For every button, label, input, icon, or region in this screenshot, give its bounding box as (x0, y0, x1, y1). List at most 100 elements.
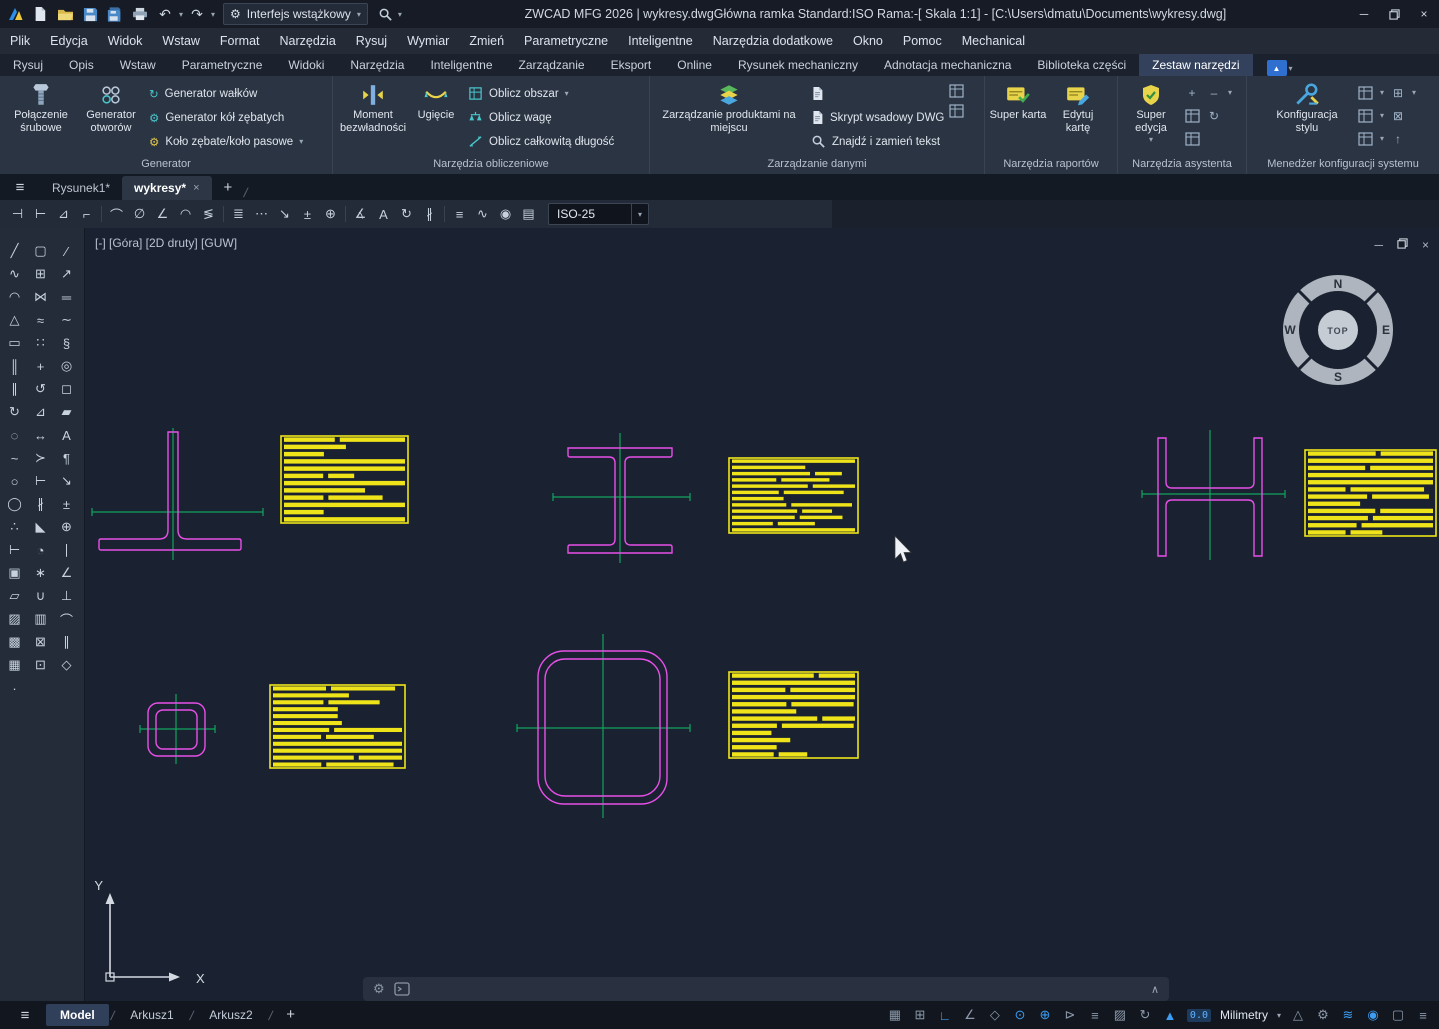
dimension-style-button[interactable]: ▤ (517, 203, 540, 225)
menu-inteligentne[interactable]: Inteligentne (618, 28, 703, 54)
menu-rysuj[interactable]: Rysuj (346, 28, 397, 54)
hole-generator-button[interactable]: Generator otworów (80, 79, 142, 153)
annotation-scale[interactable]: ▲ (1162, 1006, 1178, 1024)
ribbon-tab-zarządzanie[interactable]: Zarządzanie (506, 54, 598, 76)
tool-move[interactable]: + (28, 355, 53, 377)
tool-ellipse[interactable]: ◯ (2, 493, 27, 515)
bolt-connection-button[interactable]: Połączenie śrubowe (4, 79, 78, 153)
tool-region[interactable]: ▣ (2, 562, 27, 584)
redo-icon[interactable]: ↷ (186, 3, 208, 25)
menu-mechanical[interactable]: Mechanical (952, 28, 1035, 54)
tool-rectangle[interactable]: ▭ (2, 332, 27, 354)
config-grid-1-button[interactable]: ⊞ (1390, 85, 1406, 101)
add-item-button[interactable]: + (1184, 85, 1200, 101)
workspace-switch[interactable]: ⚙ (1315, 1006, 1331, 1024)
tool-array[interactable]: ∷ (28, 332, 53, 354)
tool-revision-cloud[interactable]: ◌ (2, 424, 27, 446)
batch-script-button[interactable]: Skrypt wsadowy DWG (806, 106, 944, 129)
tool-measure[interactable]: ⊢ (2, 539, 27, 561)
tool-line[interactable]: ╱ (2, 240, 27, 262)
zwcad-logo-icon[interactable] (4, 3, 26, 25)
transparency[interactable]: ▨ (1112, 1006, 1128, 1024)
tool-extend[interactable]: ⊢ (28, 470, 53, 492)
super-card-button[interactable]: Super karta (989, 79, 1047, 153)
config-table-3-button[interactable] (1358, 131, 1374, 147)
tab-model[interactable]: Model (46, 1004, 109, 1026)
config-table-2-button[interactable] (1358, 108, 1374, 124)
new-layout-button[interactable]: + (274, 1003, 307, 1027)
tool-polygon[interactable]: △ (2, 309, 27, 331)
product-management-button[interactable]: Zarządzanie produktami na miejscu (654, 79, 804, 153)
tool-chamfer[interactable]: ◣ (28, 516, 53, 538)
snap-mode[interactable]: ⊞ (912, 1006, 928, 1024)
tool-group[interactable]: ▥ (28, 608, 53, 630)
tool-construction-line[interactable]: ∕ (54, 240, 79, 262)
redo-chevron-icon[interactable]: ▾ (211, 10, 215, 19)
grid-display[interactable]: ▦ (887, 1006, 903, 1024)
hardware-acceleration[interactable]: ≋ (1340, 1006, 1356, 1024)
tool-offset[interactable]: ≈ (28, 309, 53, 331)
data-grid-button[interactable] (948, 103, 964, 119)
ribbon-tab-opis[interactable]: Opis (56, 54, 107, 76)
tool-parallel[interactable]: ∥ (54, 631, 79, 653)
save-icon[interactable] (79, 3, 101, 25)
tool-erase[interactable]: ▢ (28, 240, 53, 262)
close-tab-icon[interactable]: × (193, 182, 199, 194)
tool-multiline[interactable]: ║ (2, 355, 27, 377)
tool-double-line[interactable]: ═ (54, 286, 79, 308)
menu-plik[interactable]: Plik (0, 28, 40, 54)
workspace-selector[interactable]: ⚙ Interfejs wstążkowy ▾ (223, 3, 368, 25)
polar-tracking[interactable]: ∠ (962, 1006, 978, 1024)
tool-copy[interactable]: ⊞ (28, 263, 53, 285)
search-icon[interactable] (376, 7, 396, 22)
tool-stretch[interactable]: ↔ (28, 424, 53, 446)
tool-center-line[interactable]: ⊕ (54, 516, 79, 538)
aligned-dimension-button[interactable]: ⊿ (52, 203, 75, 225)
dimension-break-button[interactable]: ∦ (418, 203, 441, 225)
tool-scale[interactable]: ⊿ (28, 401, 53, 423)
minimize-button[interactable]: ─ (1349, 0, 1379, 28)
menu-okno[interactable]: Okno (843, 28, 893, 54)
tool-arc[interactable]: ◠ (2, 286, 27, 308)
jogged-dimension-button[interactable]: ≶ (197, 203, 220, 225)
ribbon-tab-eksport[interactable]: Eksport (598, 54, 665, 76)
tool-circle[interactable]: ○ (2, 470, 27, 492)
tool-text[interactable]: A (54, 424, 79, 446)
isolate-objects[interactable]: ◉ (1365, 1006, 1381, 1024)
baseline-dimension-button[interactable]: ≣ (227, 203, 250, 225)
ribbon-tab-parametryczne[interactable]: Parametryczne (169, 54, 276, 76)
tool-table[interactable]: ▦ (2, 654, 27, 676)
config-table-1-button[interactable] (1358, 85, 1374, 101)
super-edit-button[interactable]: Super edycja ▾ (1122, 79, 1180, 153)
ribbon-tab-zestaw-narzędzi[interactable]: Zestaw narzędzi (1139, 54, 1252, 76)
tool-sketch[interactable]: ∼ (54, 309, 79, 331)
units-selector[interactable]: Milimetry (1220, 1008, 1268, 1022)
viewport-restore-icon[interactable] (1397, 238, 1408, 252)
ortho-mode[interactable]: ∟ (937, 1006, 953, 1024)
menu-wymiar[interactable]: Wymiar (397, 28, 459, 54)
save-all-icon[interactable] (104, 3, 126, 25)
tool-point[interactable]: · (2, 677, 27, 699)
ribbon-tab-biblioteka-części[interactable]: Biblioteka części (1024, 54, 1139, 76)
angular-dimension-button[interactable]: ∠ (151, 203, 174, 225)
tool-wipeout[interactable]: ▰ (54, 401, 79, 423)
dimension-style-chevron-icon[interactable]: ▾ (631, 204, 648, 224)
menu-edycja[interactable]: Edycja (40, 28, 98, 54)
menu-narzędzia-dodatkowe[interactable]: Narzędzia dodatkowe (703, 28, 843, 54)
tool-distance[interactable]: ∣ (54, 539, 79, 561)
tool-rotate2[interactable]: ↺ (28, 378, 53, 400)
tolerance-button[interactable]: ± (296, 203, 319, 225)
tool-mirror[interactable]: ⋈ (28, 286, 53, 308)
open-file-icon[interactable] (54, 3, 76, 25)
tool-donut[interactable]: ◎ (54, 355, 79, 377)
ordinate-dimension-button[interactable]: ⌐ (75, 203, 98, 225)
menu-parametryczne[interactable]: Parametryczne (514, 28, 618, 54)
ribbon-tab-rysunek-mechaniczny[interactable]: Rysunek mechaniczny (725, 54, 871, 76)
tool-tolerance2[interactable]: ± (54, 493, 79, 515)
continue-dimension-button[interactable]: ⋯ (250, 203, 273, 225)
diameter-dimension-button[interactable]: ∅ (128, 203, 151, 225)
gear-belt-button[interactable]: ⚙ Koło zębate/koło pasowe ▾ (144, 130, 308, 153)
tool-spline[interactable]: ~ (2, 447, 27, 469)
remove-item-button[interactable]: – (1206, 85, 1222, 101)
tool-mtext[interactable]: ¶ (54, 447, 79, 469)
